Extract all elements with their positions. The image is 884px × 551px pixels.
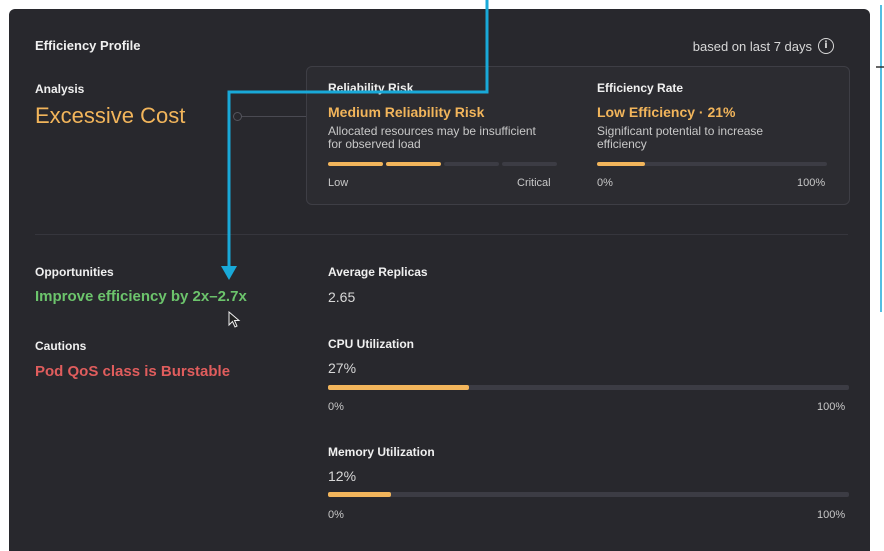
efficiency-max-label: 100% [797, 177, 826, 189]
info-icon[interactable]: i [818, 38, 834, 54]
efficiency-profile-panel: Efficiency Profile based on last 7 days … [9, 9, 870, 551]
opportunities-label: Opportunities [35, 265, 114, 279]
based-on-text: based on last 7 days [692, 38, 812, 54]
reliability-low-label: Low [328, 177, 349, 189]
memory-utilization-track [328, 492, 849, 497]
analysis-connector-line [233, 116, 307, 117]
cpu-utilization-track [328, 385, 849, 390]
analysis-label: Analysis [35, 82, 85, 96]
cpu-utilization-value: 27% [328, 360, 357, 376]
cpu-max-label: 100% [817, 401, 846, 413]
connector-dot [233, 112, 242, 121]
opportunities-value: Improve efficiency by 2x–2.7x [35, 288, 247, 305]
average-replicas-label: Average Replicas [328, 265, 428, 279]
memory-utilization-fill [328, 492, 391, 497]
efficiency-desc-line-2: efficiency [597, 137, 647, 151]
risk-summary-card: Reliability Risk Medium Reliability Risk… [306, 66, 850, 205]
time-range-info: based on last 7 days i [693, 38, 834, 54]
efficiency-rate-desc: Significant potential to increase effici… [597, 125, 763, 151]
efficiency-rate-fill [597, 162, 645, 166]
reliability-desc-line-2: for observed load [328, 137, 421, 151]
cautions-label: Cautions [35, 339, 87, 353]
reliability-risk-value: Medium Reliability Risk [328, 104, 485, 120]
analysis-value: Excessive Cost [35, 103, 186, 128]
cpu-utilization-label: CPU Utilization [328, 337, 414, 351]
section-divider [35, 234, 848, 235]
panel-title: Efficiency Profile [35, 38, 141, 53]
mouse-cursor-icon [228, 311, 241, 328]
memory-min-label: 0% [328, 509, 344, 521]
reliability-segment [444, 162, 499, 166]
reliability-critical-label: Critical [517, 177, 551, 189]
cautions-value: Pod QoS class is Burstable [35, 363, 231, 380]
reliability-risk-title: Reliability Risk [328, 81, 414, 95]
reliability-segment [328, 162, 383, 166]
cpu-utilization-fill [328, 385, 469, 390]
reliability-segment [386, 162, 441, 166]
reliability-risk-desc: Allocated resources may be insufficient … [328, 125, 536, 151]
cpu-min-label: 0% [328, 401, 344, 413]
screenshot-stage: Efficiency Profile based on last 7 days … [0, 0, 884, 551]
memory-max-label: 100% [817, 509, 846, 521]
average-replicas-value: 2.65 [328, 289, 356, 305]
efficiency-rate-value: Low Efficiency · 21% [597, 104, 736, 120]
efficiency-rate-track [597, 162, 827, 166]
reliability-segment [502, 162, 557, 166]
efficiency-min-label: 0% [597, 177, 613, 189]
efficiency-rate-title: Efficiency Rate [597, 81, 684, 95]
memory-utilization-value: 12% [328, 468, 357, 484]
memory-utilization-label: Memory Utilization [328, 445, 435, 459]
